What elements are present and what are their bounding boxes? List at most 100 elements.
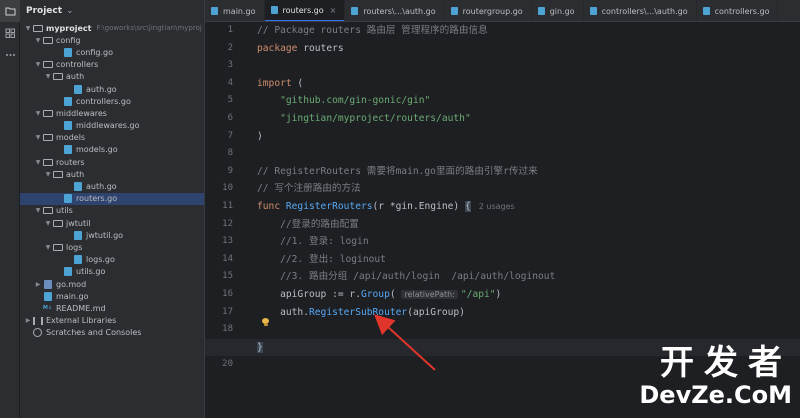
- annotation-arrow: [374, 314, 436, 371]
- tree-item-label: main.go: [56, 291, 89, 301]
- tree-item[interactable]: ▼ middlewares: [20, 107, 204, 119]
- external-libraries-label: External Libraries: [46, 316, 117, 326]
- expand-arrow-icon[interactable]: ▼: [44, 73, 52, 80]
- tree-item[interactable]: controllers.go: [20, 95, 204, 107]
- tree-item[interactable]: ▼ config: [20, 34, 204, 46]
- tree-item-label: middlewares: [56, 108, 107, 118]
- tree-item[interactable]: logs.go: [20, 254, 204, 266]
- editor-tab[interactable]: main.go: [205, 0, 265, 21]
- expand-arrow-icon[interactable]: ▼: [34, 159, 42, 166]
- tree-item-label: auth: [66, 72, 85, 82]
- go-file-icon: [589, 7, 597, 15]
- tree-item[interactable]: ▼ models: [20, 132, 204, 144]
- tree-item[interactable]: M↓ README.md: [20, 302, 204, 314]
- tree-item[interactable]: auth.go: [20, 83, 204, 95]
- expand-arrow-icon[interactable]: ▼: [34, 37, 42, 44]
- tree-item[interactable]: ▼ routers: [20, 156, 204, 168]
- tree-item[interactable]: ▼ utils: [20, 205, 204, 217]
- go-mod-file-icon: [42, 279, 53, 289]
- folder-icon: [42, 133, 53, 142]
- go-file-icon: [351, 7, 359, 15]
- go-file-icon: [42, 291, 53, 301]
- expand-arrow-icon[interactable]: ▼: [24, 25, 32, 32]
- tab-label: gin.go: [549, 6, 575, 16]
- editor-tab[interactable]: controllers.go: [697, 0, 779, 21]
- close-tab-icon[interactable]: ×: [330, 6, 337, 15]
- library-icon: [32, 316, 43, 325]
- tree-item[interactable]: auth.go: [20, 180, 204, 192]
- markdown-file-icon: M↓: [42, 305, 53, 312]
- tree-item[interactable]: ▼ jwtutil: [20, 217, 204, 229]
- project-panel-header[interactable]: Project ⌄: [20, 0, 204, 22]
- tree-item-label: utils: [56, 206, 73, 216]
- folder-icon: [42, 109, 53, 118]
- expand-arrow-icon[interactable]: ▼: [34, 110, 42, 117]
- structure-tool-icon[interactable]: [0, 22, 20, 44]
- go-file-icon: [62, 267, 73, 277]
- expand-arrow-icon[interactable]: ▼: [34, 61, 42, 68]
- go-file-icon: [62, 47, 73, 57]
- tree-item[interactable]: config.go: [20, 46, 204, 58]
- scratches-icon: [32, 328, 43, 338]
- tree-item-label: config.go: [76, 47, 113, 57]
- tree-item-label: routers.go: [76, 194, 118, 204]
- expand-arrow-icon[interactable]: ▼: [34, 207, 42, 214]
- tree-item[interactable]: middlewares.go: [20, 120, 204, 132]
- folder-icon: [32, 24, 43, 33]
- tree-item-label: go.mod: [56, 279, 87, 289]
- folder-icon: [52, 243, 63, 252]
- go-file-icon: [270, 6, 278, 14]
- go-file-icon: [537, 7, 545, 15]
- code-editor[interactable]: 1234567891011121314151617181920 // Packa…: [205, 22, 800, 418]
- project-tool-icon[interactable]: [0, 0, 20, 22]
- tree-item[interactable]: routers.go: [20, 192, 204, 205]
- root-name: myproject: [46, 23, 92, 33]
- tree-item-label: auth.go: [86, 84, 117, 94]
- editor-tab[interactable]: gin.go: [532, 0, 584, 21]
- folder-icon: [52, 170, 63, 179]
- folder-icon: [42, 36, 53, 45]
- editor-tab[interactable]: routers\...\auth.go: [345, 0, 445, 21]
- tree-item[interactable]: utils.go: [20, 266, 204, 278]
- tree-item-label: middlewares.go: [76, 121, 140, 131]
- tab-label: routers.go: [282, 5, 324, 15]
- more-tools-icon[interactable]: [0, 44, 20, 66]
- tree-item[interactable]: main.go: [20, 290, 204, 302]
- folder-icon: [52, 219, 63, 228]
- go-file-icon: [211, 7, 218, 15]
- tree-root[interactable]: ▼ myproject F:\goworks\src\jingtian\mypr…: [20, 22, 204, 34]
- tree-item-label: jwtutil.go: [86, 230, 124, 240]
- editor-tab[interactable]: routergroup.go: [445, 0, 532, 21]
- go-file-icon: [72, 182, 83, 192]
- expand-arrow-icon[interactable]: ▼: [44, 244, 52, 251]
- expand-arrow-icon[interactable]: ▼: [44, 171, 52, 178]
- tree-external-libraries[interactable]: ▶ External Libraries: [20, 315, 204, 327]
- tree-item-label: logs.go: [86, 255, 115, 265]
- tree-scratches[interactable]: Scratches and Consoles: [20, 327, 204, 339]
- tree-item[interactable]: models.go: [20, 144, 204, 156]
- expand-arrow-icon[interactable]: ▶: [34, 281, 42, 288]
- go-file-icon: [450, 7, 458, 15]
- expand-arrow-icon[interactable]: ▼: [44, 220, 52, 227]
- tool-window-strip: [0, 0, 20, 418]
- chevron-down-icon[interactable]: ⌄: [66, 6, 74, 16]
- tree-item[interactable]: ▶ go.mod: [20, 278, 204, 290]
- tree-item-label: jwtutil: [66, 218, 91, 228]
- project-panel: Project ⌄ ▼ myproject F:\goworks\src\jin…: [20, 0, 205, 418]
- tree-item-label: config: [56, 35, 81, 45]
- expand-arrow-icon[interactable]: ▶: [24, 317, 32, 324]
- expand-arrow-icon[interactable]: ▼: [34, 134, 42, 141]
- tree-item[interactable]: jwtutil.go: [20, 229, 204, 241]
- tree-item[interactable]: ▼ auth: [20, 71, 204, 83]
- folder-icon: [52, 72, 63, 81]
- editor-tab[interactable]: routers.go ×: [264, 0, 346, 21]
- editor-tab[interactable]: controllers\...\auth.go: [584, 0, 697, 21]
- tree-item-label: routers: [56, 157, 85, 167]
- tree-item[interactable]: ▼ auth: [20, 168, 204, 180]
- tree-item[interactable]: ▼ controllers: [20, 59, 204, 71]
- tree-item-label: auth: [66, 169, 85, 179]
- tree-item[interactable]: ▼ logs: [20, 241, 204, 253]
- go-file-icon: [62, 121, 73, 131]
- tree-item-label: README.md: [56, 303, 106, 313]
- editor-tab-bar: main.go routers.go × routers\...\auth.go rou…: [205, 0, 800, 22]
